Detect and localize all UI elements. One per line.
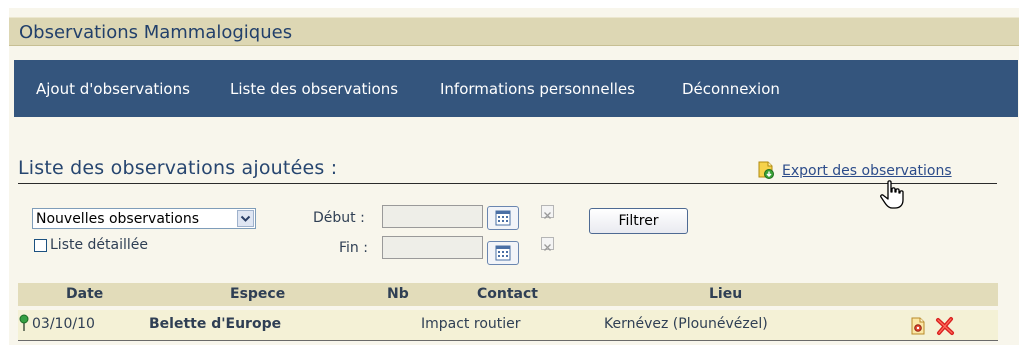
end-date-clear-icon[interactable] xyxy=(541,237,554,251)
end-calendar-button[interactable] xyxy=(487,241,519,265)
export-spreadsheet-icon[interactable] xyxy=(757,161,775,179)
nav-item-add-observations[interactable]: Ajout d'observations xyxy=(36,80,190,98)
filter-button[interactable]: Filtrer xyxy=(589,208,688,234)
calendar-icon xyxy=(495,245,511,261)
observation-type-select[interactable]: Nouvelles observations xyxy=(32,208,256,229)
nav-item-personal-info[interactable]: Informations personnelles xyxy=(440,80,635,98)
table-header: Date Espece Nb Contact Lieu xyxy=(18,283,998,306)
chevron-down-glyph xyxy=(240,215,251,222)
table-row[interactable]: 03/10/10 Belette d'Europe Impact routier… xyxy=(18,310,998,341)
column-header-date[interactable]: Date xyxy=(66,286,103,302)
hand-cursor-icon xyxy=(880,180,904,209)
cell-lieu: Kernévez (Plounévézel) xyxy=(604,316,768,332)
chevron-down-icon[interactable] xyxy=(237,210,254,227)
end-date-label: Fin : xyxy=(339,240,368,256)
app-header: Observations Mammalogiques xyxy=(9,17,1019,46)
observation-type-select-value: Nouvelles observations xyxy=(36,211,200,227)
nav-item-observation-list[interactable]: Liste des observations xyxy=(230,80,398,98)
delete-icon[interactable] xyxy=(935,316,955,336)
export-observations-link[interactable]: Export des observations xyxy=(782,163,952,179)
detailed-list-label: Liste détaillée xyxy=(50,237,148,253)
clear-x-icon xyxy=(544,212,551,219)
nav-item-logout[interactable]: Déconnexion xyxy=(682,80,780,98)
app-title: Observations Mammalogiques xyxy=(19,22,293,43)
main-nav: Ajout d'observations Liste des observati… xyxy=(14,60,1018,117)
start-calendar-button[interactable] xyxy=(487,206,519,230)
column-header-contact[interactable]: Contact xyxy=(477,286,538,302)
green-pin-icon xyxy=(19,314,29,331)
calendar-icon xyxy=(495,210,511,226)
start-date-input[interactable] xyxy=(382,205,483,228)
cell-espece[interactable]: Belette d'Europe xyxy=(149,316,281,332)
column-header-lieu[interactable]: Lieu xyxy=(709,286,742,302)
column-header-nb[interactable]: Nb xyxy=(387,286,409,302)
start-date-clear-icon[interactable] xyxy=(541,205,554,219)
start-date-label: Début : xyxy=(313,210,365,226)
cell-date: 03/10/10 xyxy=(32,316,95,332)
clear-x-icon xyxy=(544,244,551,251)
column-header-espece[interactable]: Espece xyxy=(230,286,285,302)
view-details-icon[interactable] xyxy=(908,316,928,336)
detailed-list-checkbox[interactable] xyxy=(34,239,47,252)
section-title: Liste des observations ajoutées : xyxy=(18,157,338,179)
cell-contact: Impact routier xyxy=(421,316,521,332)
section-divider xyxy=(18,183,997,184)
end-date-input[interactable] xyxy=(382,236,483,259)
